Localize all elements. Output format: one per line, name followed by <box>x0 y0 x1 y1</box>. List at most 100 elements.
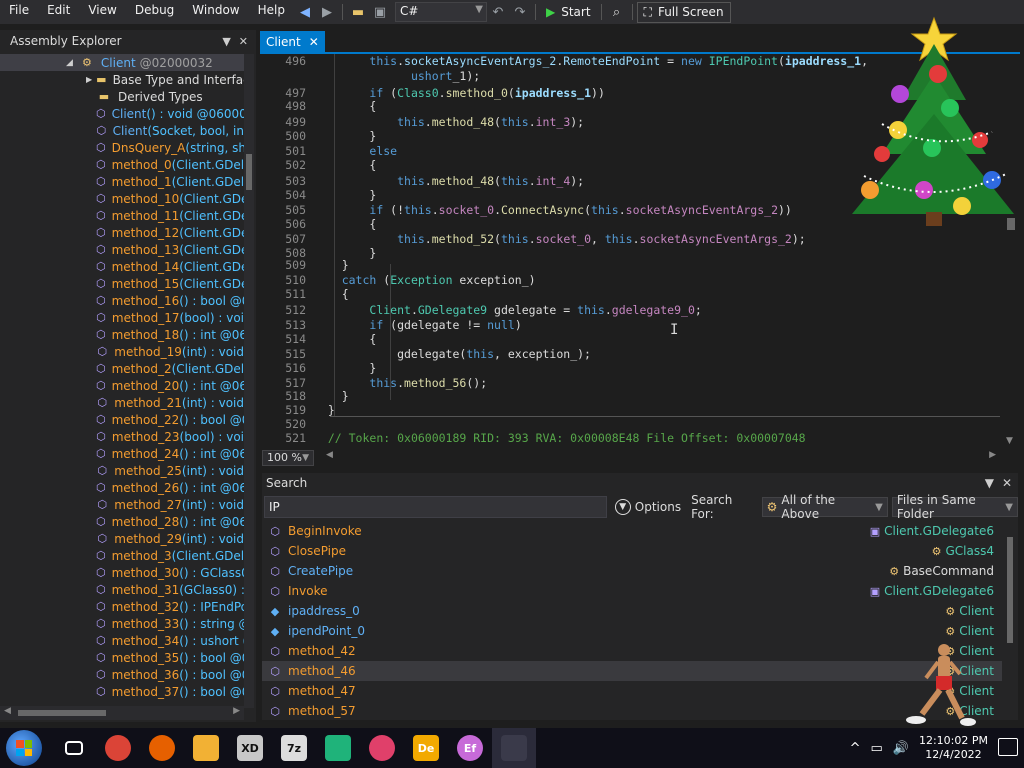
scroll-left-icon[interactable]: ◀ <box>4 706 11 716</box>
tree-item[interactable]: ⬡ method_3 (Client.GDel <box>0 547 244 564</box>
scrollbar-thumb[interactable] <box>18 710 106 716</box>
search-results-list[interactable]: ⬡ BeginInvoke ▣ Client.GDelegate6 ⬡ ClosePipe… <box>262 521 1002 719</box>
options-button[interactable]: ▼ Options <box>614 499 681 515</box>
taskbar-app-app-windows[interactable] <box>492 728 536 768</box>
start-menu-button[interactable] <box>6 730 42 766</box>
tree-item[interactable]: ⬡ method_32() : IPEndPo <box>0 598 244 615</box>
editor-horizontal-scrollbar[interactable]: ◀ ▶ <box>326 450 996 461</box>
search-result-row[interactable]: ⬡ Invoke ▣ Client.GDelegate6 <box>262 581 1002 601</box>
notification-center-icon[interactable] <box>998 738 1018 756</box>
tree-item[interactable]: ⬡ method_13 (Client.GDe <box>0 241 244 258</box>
scrollbar-thumb[interactable] <box>1007 537 1013 643</box>
tree-item[interactable]: ⬡ method_28() : int @06 <box>0 513 244 530</box>
tree-item[interactable]: ⬡ method_35() : bool @0 <box>0 649 244 666</box>
search-result-row[interactable]: ◆ ipendPoint_0 ⚙ Client <box>262 621 1002 641</box>
start-button[interactable]: ▶ Start <box>540 5 597 19</box>
tree-item[interactable]: ⬡ method_20() : int @06 <box>0 377 244 394</box>
dropdown-icon[interactable]: ▼ <box>222 35 230 48</box>
search-for-select[interactable]: ⚙ All of the Above ▼ <box>761 493 888 521</box>
tree-item[interactable]: ⬡ method_36() : bool @0 <box>0 666 244 683</box>
scroll-right-icon[interactable]: ▶ <box>989 450 996 460</box>
zoom-select[interactable]: 100 % ▼ <box>262 449 314 466</box>
taskbar-app-app-green[interactable] <box>316 728 360 768</box>
language-select[interactable]: C# ▼ <box>394 2 487 22</box>
tree-item[interactable]: ⬡ method_26() : int @06 <box>0 479 244 496</box>
tree-item[interactable]: ⬡ method_14 (Client.GDe <box>0 258 244 275</box>
search-result-row[interactable]: ⬡method_47⚙Client <box>262 681 1002 701</box>
clock[interactable]: 12:10:02 PM 12/4/2022 <box>919 734 988 762</box>
taskbar-app-chrome[interactable] <box>96 728 140 768</box>
tree-item[interactable]: ⬡ method_15 (Client.GDe <box>0 275 244 292</box>
tree-item[interactable]: ⬡ method_31 (GClass0) : <box>0 581 244 598</box>
tree-item[interactable]: ⬡ method_16() : bool @0 <box>0 292 244 309</box>
dropdown-icon[interactable]: ▼ <box>985 476 994 490</box>
scroll-down-icon[interactable]: ▼ <box>1006 436 1013 446</box>
tree-item[interactable]: ▶ ▬ Base Type and Interfac <box>0 71 244 88</box>
tree-item[interactable]: ◢ ⚙ Client @02000032 <box>0 54 244 71</box>
menu-help[interactable]: Help <box>249 0 294 24</box>
tree-item[interactable]: ⬡ method_23 (bool) : voi <box>0 428 244 445</box>
back-icon[interactable]: ◀ <box>294 2 316 22</box>
forward-icon[interactable]: ▶ <box>316 2 338 22</box>
tree-item[interactable]: ⬡ Client() : void @06000 <box>0 105 244 122</box>
tree-item[interactable]: ⬡ method_11 (Client.GDe <box>0 207 244 224</box>
collapse-arrow-icon[interactable]: ◢ <box>66 58 73 68</box>
taskbar-app-app-red[interactable] <box>360 728 404 768</box>
search-scope-select[interactable]: Files in Same Folder ▼ <box>891 493 1018 521</box>
tree-item[interactable]: ⬡ method_2 (Client.GDel <box>0 360 244 377</box>
tree-item[interactable]: ⬡ method_25 (int) : void <box>0 462 244 479</box>
close-icon[interactable]: ✕ <box>239 35 248 48</box>
taskbar-app-app-de[interactable]: De <box>404 728 448 768</box>
menu-window[interactable]: Window <box>183 0 248 24</box>
tree-item[interactable]: ⬡ method_21 (int) : void <box>0 394 244 411</box>
search-result-row[interactable]: ⬡ method_42 ⚙ Client <box>262 641 1002 661</box>
search-result-row[interactable]: ◆ ipaddress_0 ⚙ Client <box>262 601 1002 621</box>
menu-file[interactable]: File <box>0 0 38 24</box>
tree-item[interactable]: ⬡ method_37() : bool @0 <box>0 683 244 700</box>
taskbar-app-task-view[interactable] <box>52 728 96 768</box>
menu-debug[interactable]: Debug <box>126 0 183 24</box>
tree-item[interactable]: ⬡ Client (Socket, bool, in <box>0 122 244 139</box>
taskbar-app-app-xd[interactable]: XD <box>228 728 272 768</box>
search-result-row[interactable]: ⬡ method_57 ⚙ Client <box>262 701 1002 719</box>
tree-item[interactable]: ⬡ method_22() : bool @0 <box>0 411 244 428</box>
tree-item[interactable]: ⬡ method_18() : int @06 <box>0 326 244 343</box>
chevron-up-icon[interactable]: ^ <box>850 741 861 756</box>
assembly-vertical-scrollbar[interactable] <box>244 54 254 708</box>
redo-icon[interactable]: ↷ <box>509 2 531 22</box>
results-vertical-scrollbar[interactable] <box>1004 521 1016 717</box>
tree-item[interactable]: ⬡ method_12 (Client.GDe <box>0 224 244 241</box>
fullscreen-button[interactable]: ⛶ Full Screen <box>636 1 731 23</box>
taskbar-app-app-ef[interactable]: Ef <box>448 728 492 768</box>
tree-item[interactable]: ⬡ method_27 (int) : void <box>0 496 244 513</box>
scroll-left-icon[interactable]: ◀ <box>326 450 333 460</box>
open-folder-icon[interactable]: ▬ <box>347 2 369 22</box>
close-icon[interactable]: ✕ <box>309 35 319 49</box>
tree-item[interactable]: ⬡ method_10 (Client.GDe <box>0 190 244 207</box>
search-result-row[interactable]: ⬡ BeginInvoke ▣ Client.GDelegate6 <box>262 521 1002 541</box>
search-result-row[interactable]: ⬡ CreatePipe ⚙ BaseCommand <box>262 561 1002 581</box>
search-icon[interactable]: ⌕ <box>606 2 628 22</box>
tree-item[interactable]: ▬ Derived Types <box>0 88 244 105</box>
tree-item[interactable]: ⬡ method_17 (bool) : voi <box>0 309 244 326</box>
tree-item[interactable]: ⬡ method_0 (Client.GDel <box>0 156 244 173</box>
save-icon[interactable]: ▣ <box>369 2 391 22</box>
tree-item[interactable]: ⬡ method_30() : GClass0 <box>0 564 244 581</box>
tree-item[interactable]: ⬡ method_29 (int) : void <box>0 530 244 547</box>
tree-item[interactable]: ⬡ method_33() : string @ <box>0 615 244 632</box>
close-icon[interactable]: ✕ <box>1002 476 1012 490</box>
taskbar-app-7zip[interactable]: 7z <box>272 728 316 768</box>
scrollbar-thumb[interactable] <box>246 154 252 190</box>
search-result-row[interactable]: ⬡ method_46 ⚙ Client <box>262 661 1002 681</box>
undo-icon[interactable]: ↶ <box>487 2 509 22</box>
scroll-right-icon[interactable]: ▶ <box>233 706 240 716</box>
assembly-horizontal-scrollbar[interactable]: ◀ ▶ <box>0 706 244 720</box>
search-input[interactable] <box>264 496 607 518</box>
assembly-tree[interactable]: ◢ ⚙ Client @02000032 ▶ ▬ Base Type and Interfa… <box>0 54 244 708</box>
taskbar-app-firefox[interactable] <box>140 728 184 768</box>
tree-item[interactable]: ⬡ method_24() : int @06 <box>0 445 244 462</box>
taskbar-app-file-explorer[interactable] <box>184 728 228 768</box>
tree-item[interactable]: ⬡ DnsQuery_A (string, sh <box>0 139 244 156</box>
expand-arrow-icon[interactable]: ▶ <box>86 75 92 84</box>
tree-item[interactable]: ⬡ method_34() : ushort ( <box>0 632 244 649</box>
